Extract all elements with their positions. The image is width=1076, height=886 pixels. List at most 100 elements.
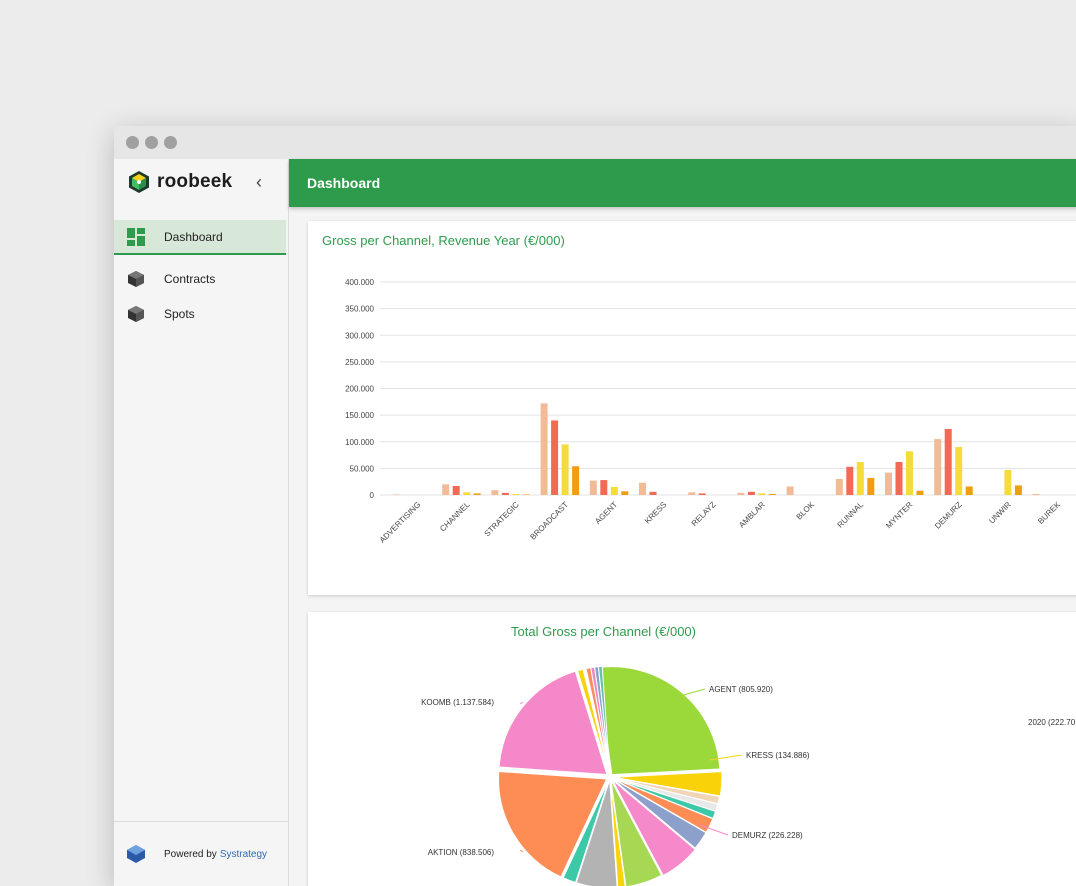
- sidebar-item-label: Dashboard: [164, 229, 223, 244]
- bar-advertising-s1[interactable]: [393, 494, 400, 495]
- sidebar-item-label: Spots: [164, 306, 195, 321]
- collapse-sidebar-icon[interactable]: ‹: [256, 172, 262, 193]
- bar-amblar-s2[interactable]: [747, 491, 755, 495]
- bar-runnal-s3[interactable]: [856, 461, 864, 495]
- bar-strategic-s1[interactable]: [491, 490, 499, 495]
- bar-channel-s3[interactable]: [463, 492, 471, 495]
- window-titlebar: [114, 126, 1076, 159]
- sidebar-item-contracts[interactable]: Contracts: [114, 261, 288, 296]
- bar-runnal-s4[interactable]: [867, 477, 875, 495]
- y-tick-label: 250.000: [345, 358, 374, 367]
- bar-agent-s3[interactable]: [610, 487, 618, 495]
- pie-chart-title: Total Gross per Channel (€/000): [511, 624, 696, 639]
- y-tick-label: 350.000: [345, 305, 374, 314]
- bar-channel-s4[interactable]: [473, 493, 481, 495]
- bar-blok-s1[interactable]: [786, 486, 794, 495]
- x-tick-label: BLOK: [795, 500, 817, 522]
- bar-relayz-s1[interactable]: [688, 492, 696, 495]
- bar-channel-s1[interactable]: [442, 484, 450, 495]
- y-tick-label: 50.000: [350, 464, 375, 473]
- bar-kress-s1[interactable]: [639, 482, 646, 495]
- pie-label-leader: [519, 701, 524, 705]
- x-tick-label: AMBLAR: [737, 500, 767, 530]
- other-chart-label: 2020 (222.70: [1028, 718, 1076, 727]
- sidebar-item-spots[interactable]: Spots: [114, 296, 288, 331]
- bar-broadcast-s3[interactable]: [561, 444, 569, 495]
- bar-broadcast-s4[interactable]: [572, 466, 580, 495]
- x-tick-label: KRESS: [643, 500, 669, 526]
- x-tick-label: AGENT: [593, 500, 619, 526]
- bar-mynter-s4[interactable]: [916, 490, 924, 495]
- logo[interactable]: roobeek ‹: [114, 159, 288, 205]
- bar-chart-card: Gross per Channel, Revenue Year (€/000) …: [308, 221, 1076, 595]
- sidebar-item-label: Contracts: [164, 271, 216, 286]
- sidebar: roobeek ‹ Dashboard Contracts Spots Powe…: [114, 159, 289, 886]
- pie-label-leader: [519, 849, 524, 853]
- bar-amblar-s1[interactable]: [737, 492, 745, 495]
- pie-chart: KOOMB (1.137.584) AGENT (805.920) KRESS (1…: [421, 665, 1076, 886]
- x-tick-label: UNWIR: [987, 500, 1013, 526]
- pie-slice-label: AGENT (805.920): [709, 685, 773, 694]
- y-tick-label: 200.000: [345, 385, 374, 394]
- x-tick-label: CHANNEL: [438, 500, 472, 534]
- pie-slice[interactable]: [596, 666, 721, 776]
- pie-chart-card: Total Gross per Channel (€/000) KOOMB (1…: [308, 612, 1076, 886]
- powered-by-brand[interactable]: Systrategy: [220, 849, 267, 860]
- bar-amblar-s3[interactable]: [758, 493, 766, 495]
- bar-agent-s1[interactable]: [589, 480, 597, 495]
- app-window: roobeek ‹ Dashboard Contracts Spots Powe…: [114, 126, 1076, 886]
- bar-mynter-s1[interactable]: [885, 472, 892, 495]
- pie-slice-label: KOOMB (1.137.584): [421, 698, 494, 707]
- bar-channel-s2[interactable]: [452, 485, 460, 495]
- systrategy-logo-icon: [127, 845, 145, 863]
- x-tick-label: MYNTER: [884, 500, 914, 530]
- roobeek-logo-icon: [129, 171, 149, 193]
- x-tick-label: RELAYZ: [690, 500, 718, 528]
- box-icon: [126, 304, 146, 324]
- bar-broadcast-s1[interactable]: [540, 403, 548, 495]
- page-title: Dashboard: [307, 175, 381, 191]
- bar-demurz-s2[interactable]: [944, 428, 952, 495]
- powered-by-text: Powered by: [164, 848, 217, 860]
- y-tick-label: 300.000: [345, 331, 374, 340]
- bar-runnal-s1[interactable]: [835, 479, 843, 495]
- bar-demurz-s4[interactable]: [965, 486, 973, 495]
- bar-kress-s2[interactable]: [649, 491, 657, 495]
- bar-broadcast-s2[interactable]: [551, 420, 559, 495]
- bar-unwir-s3[interactable]: [1004, 469, 1012, 495]
- window-close-button[interactable]: [126, 136, 139, 149]
- y-tick-label: 150.000: [345, 411, 374, 420]
- box-icon: [126, 269, 146, 289]
- x-tick-label: BROADCAST: [528, 500, 570, 542]
- y-tick-label: 0: [370, 491, 375, 500]
- bar-chart-title: Gross per Channel, Revenue Year (€/000): [322, 233, 565, 248]
- y-tick-label: 100.000: [345, 438, 374, 447]
- bar-demurz-s1[interactable]: [934, 439, 942, 495]
- x-tick-label: ADVERTISING: [378, 500, 423, 545]
- bar-unwir-s4[interactable]: [1014, 485, 1022, 495]
- x-tick-label: BUREK: [1036, 500, 1062, 526]
- x-tick-label: RUNNAL: [836, 500, 866, 530]
- window-maximize-button[interactable]: [164, 136, 177, 149]
- bar-burek-s1[interactable]: [1032, 493, 1040, 495]
- logo-text: roobeek: [157, 171, 233, 192]
- bar-amblar-s4[interactable]: [768, 493, 776, 495]
- bar-agent-s2[interactable]: [600, 480, 608, 495]
- bar-strategic-s2[interactable]: [501, 492, 509, 495]
- bar-relayz-s2[interactable]: [698, 493, 706, 495]
- bar-runnal-s2[interactable]: [846, 466, 854, 495]
- y-tick-label: 400.000: [345, 278, 374, 287]
- bar-strategic-s3[interactable]: [512, 493, 520, 495]
- sidebar-item-dashboard[interactable]: Dashboard: [114, 220, 286, 255]
- bar-agent-s4[interactable]: [621, 491, 629, 495]
- bar-mynter-s2[interactable]: [895, 461, 903, 495]
- sidebar-footer: Powered by Systrategy: [114, 821, 289, 886]
- pie-slice-label: AKTION (838.506): [428, 848, 495, 857]
- window-minimize-button[interactable]: [145, 136, 158, 149]
- bar-demurz-s3[interactable]: [955, 447, 963, 495]
- bar-mynter-s3[interactable]: [906, 451, 913, 495]
- x-tick-label: STRATEGIC: [482, 500, 520, 538]
- pie-slice-label: DEMURZ (226.228): [732, 831, 803, 840]
- bar-strategic-s4[interactable]: [522, 494, 530, 495]
- bar-chart: 0 50.000 100.000 150.000 200.000 250.000 300.0…: [345, 278, 1076, 545]
